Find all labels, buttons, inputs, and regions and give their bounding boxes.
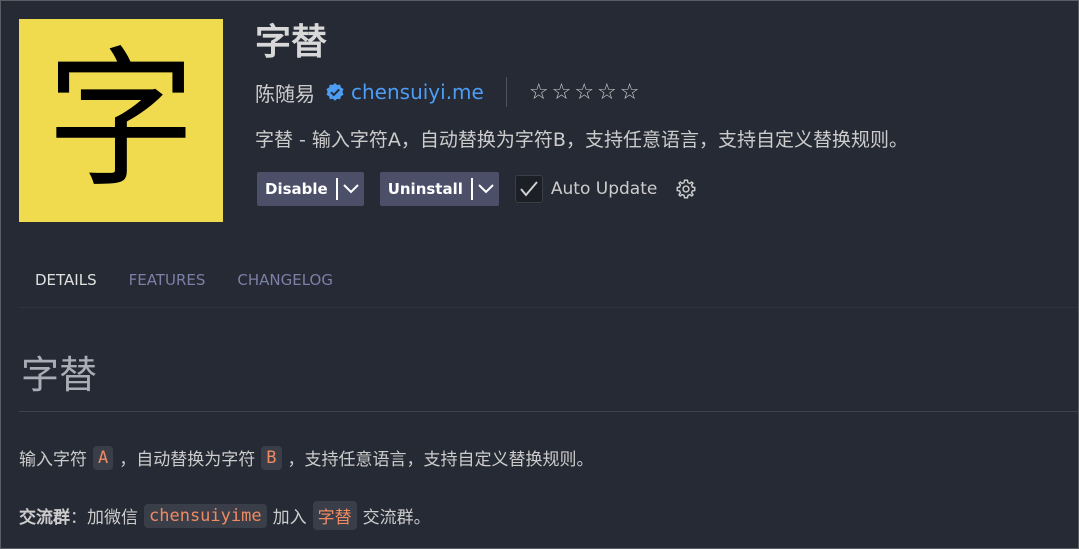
disable-button[interactable]: Disable [257,172,364,206]
readme-content: 字替 输入字符 A ，自动替换为字符 B ，支持任意语言，支持自定义替换规则。 … [19,351,1078,530]
paragraph-text: ，自动替换为字符 [119,450,256,470]
inline-code: A [93,445,114,470]
paragraph-text: 输入字符 [19,450,87,470]
paragraph-text: ，支持任意语言，支持自定义替换规则。 [287,450,594,470]
meta-separator [505,77,507,107]
paragraph-text: ：加微信 [70,508,138,528]
paragraph-text: 加入 [272,508,307,528]
heading-divider [19,411,1078,412]
tab-features[interactable]: FEATURES [113,263,222,308]
star-icon: ☆ [619,79,640,105]
extension-meta: 陈随易 chensuiyi.me ☆ ☆ ☆ ☆ ☆ [255,77,640,107]
star-icon: ☆ [551,79,572,105]
extension-header: 字 字替 陈随易 chensuiyi.me ☆ ☆ ☆ ☆ ☆ 字替 - 输入字… [19,19,1078,223]
publisher-domain-link[interactable]: chensuiyi.me [351,80,484,104]
uninstall-button-label[interactable]: Uninstall [380,172,471,206]
paragraph-text: 交流群。 [362,508,431,528]
uninstall-dropdown-chevron-icon[interactable] [473,172,499,206]
publisher-name[interactable]: 陈随易 [255,78,315,107]
extension-tabs: DETAILS FEATURES CHANGELOG [19,263,1078,308]
auto-update-label[interactable]: Auto Update [551,179,657,199]
readme-heading: 字替 [21,353,98,397]
inline-code: B [261,445,282,470]
extension-actions: Disable Uninstall Auto Update [257,172,697,206]
readme-paragraph-2: 交流群 ：加微信 chensuiyime 加入 字替 交流群。 [19,501,1078,530]
inline-code: 字替 [312,501,357,530]
star-icon: ☆ [597,79,617,105]
rating-stars[interactable]: ☆ ☆ ☆ ☆ ☆ [529,80,640,105]
readme-paragraph-1: 输入字符 A ，自动替换为字符 B ，支持任意语言，支持自定义替换规则。 [19,445,1078,470]
checkmark-icon [520,181,538,197]
extension-icon-glyph: 字 [45,33,196,208]
extension-icon: 字 [19,19,223,222]
star-icon: ☆ [574,79,595,105]
gear-icon[interactable] [675,178,697,200]
tab-changelog[interactable]: CHANGELOG [221,263,349,308]
extension-title: 字替 [255,22,328,63]
tab-details[interactable]: DETAILS [19,263,113,308]
tabs-divider [19,307,1078,308]
disable-dropdown-chevron-icon[interactable] [338,172,364,206]
auto-update-checkbox[interactable] [514,175,543,203]
extension-description: 字替 - 输入字符A，自动替换为字符B，支持任意语言，支持自定义替换规则。 [255,129,908,151]
uninstall-button[interactable]: Uninstall [379,172,499,206]
star-icon: ☆ [528,79,549,105]
paragraph-bold-text: 交流群 [19,508,70,528]
disable-button-label[interactable]: Disable [257,172,336,206]
inline-code: chensuiyime [144,503,267,528]
verified-badge-icon [326,83,344,101]
